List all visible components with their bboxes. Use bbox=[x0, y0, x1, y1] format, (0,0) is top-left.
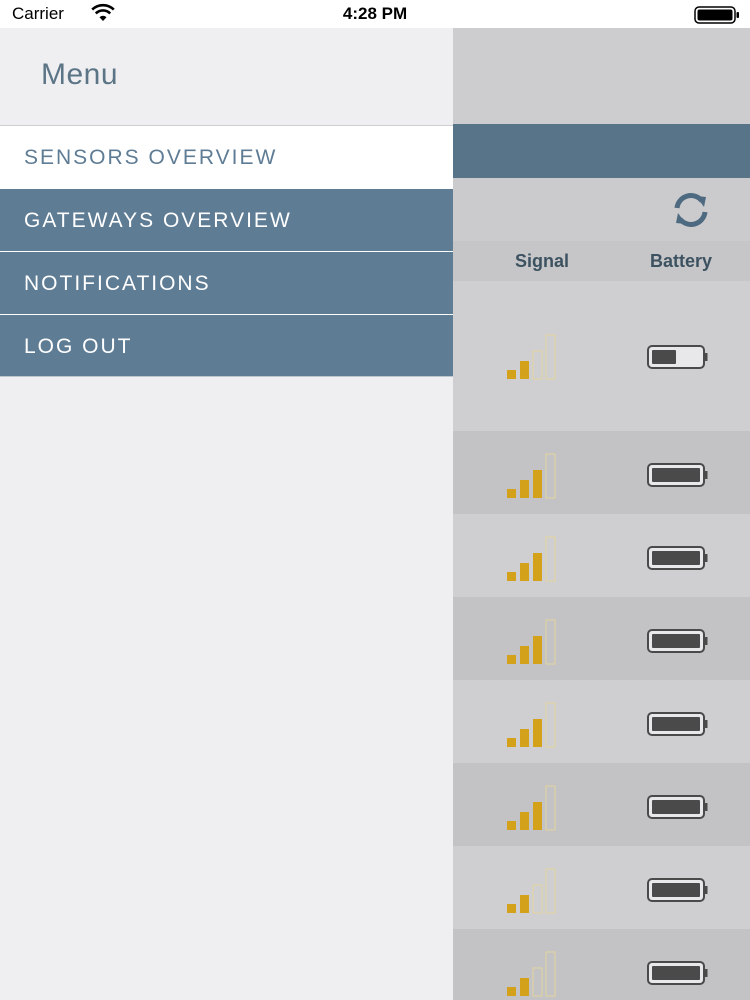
sensor-list bbox=[453, 281, 750, 1000]
battery-icon bbox=[647, 345, 708, 369]
battery-icon bbox=[647, 545, 708, 570]
column-headers: Signal Battery bbox=[453, 241, 750, 281]
sensor-row[interactable] bbox=[453, 597, 750, 680]
menu-item-sensors-overview[interactable]: SENSORS OVERVIEW bbox=[0, 125, 453, 188]
menu-title: Menu bbox=[41, 58, 119, 91]
battery-icon bbox=[647, 711, 708, 736]
refresh-icon[interactable] bbox=[669, 190, 713, 235]
signal-strength-icon bbox=[507, 868, 556, 913]
sensor-row[interactable] bbox=[453, 431, 750, 514]
nav-area bbox=[453, 28, 750, 124]
signal-strength-icon bbox=[507, 536, 556, 581]
signal-strength-icon bbox=[507, 453, 556, 498]
sensors-overview-content: Signal Battery bbox=[453, 28, 750, 1000]
menu-item-gateways-overview[interactable]: GATEWAYS OVERVIEW bbox=[0, 188, 453, 251]
sensor-row[interactable] bbox=[453, 680, 750, 763]
column-header-battery: Battery bbox=[650, 251, 713, 271]
toolbar bbox=[453, 178, 750, 241]
sensor-row[interactable] bbox=[453, 929, 750, 1000]
signal-strength-icon bbox=[507, 702, 556, 747]
signal-strength-icon bbox=[507, 619, 556, 664]
battery-icon bbox=[694, 6, 740, 29]
battery-icon bbox=[647, 462, 708, 487]
battery-icon bbox=[647, 628, 708, 653]
battery-icon bbox=[647, 794, 708, 819]
battery-icon bbox=[647, 877, 708, 902]
menu-item-notifications[interactable]: NOTIFICATIONS bbox=[0, 251, 453, 314]
section-header-bar bbox=[453, 124, 750, 178]
menu-item-log-out[interactable]: LOG OUT bbox=[0, 314, 453, 377]
sensor-row[interactable] bbox=[453, 846, 750, 929]
signal-strength-icon bbox=[507, 785, 556, 830]
menu-drawer: Menu SENSORS OVERVIEW GATEWAYS OVERVIEW … bbox=[0, 28, 453, 1000]
signal-strength-icon bbox=[507, 951, 556, 996]
sensor-row[interactable] bbox=[453, 514, 750, 597]
signal-strength-icon bbox=[507, 334, 556, 380]
column-header-signal: Signal bbox=[515, 251, 570, 271]
status-bar: Carrier 4:28 PM bbox=[0, 0, 750, 28]
status-time: 4:28 PM bbox=[342, 4, 408, 23]
sensor-row[interactable] bbox=[453, 763, 750, 846]
battery-icon bbox=[647, 960, 708, 985]
menu-list: SENSORS OVERVIEW GATEWAYS OVERVIEW NOTIF… bbox=[0, 125, 453, 377]
sensor-row[interactable] bbox=[453, 281, 750, 431]
